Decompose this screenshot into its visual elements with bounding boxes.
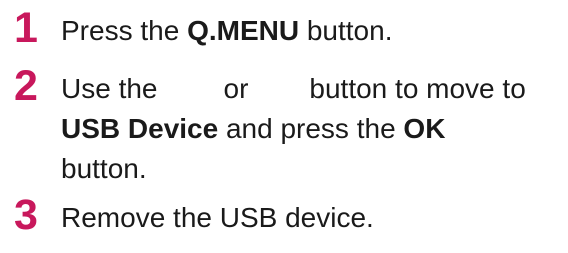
button-name-qmenu: Q.MENU (187, 15, 300, 46)
step-text-suffix: button. (299, 15, 393, 46)
step-text-prefix: Press the (61, 15, 188, 46)
step-text-remove: Remove the USB device. (61, 202, 374, 233)
button-name-ok: OK (403, 113, 446, 144)
step-text: Use the or button to move to USB Device an… (61, 69, 561, 189)
step-text: Press the Q.MENU button. (61, 11, 561, 51)
step-text-mid: and press the (218, 113, 404, 144)
step-text-line3: button. (61, 153, 147, 184)
step-text: Remove the USB device. (61, 198, 561, 238)
step-text-rest: button to move to (309, 73, 526, 104)
step-number: 2 (14, 62, 38, 110)
step-text-or: or (223, 73, 249, 104)
step-text-use-the: Use the (61, 73, 158, 104)
step-number: 3 (14, 191, 38, 239)
step-number: 1 (14, 4, 38, 52)
menu-item-usb-device: USB Device (61, 113, 219, 144)
